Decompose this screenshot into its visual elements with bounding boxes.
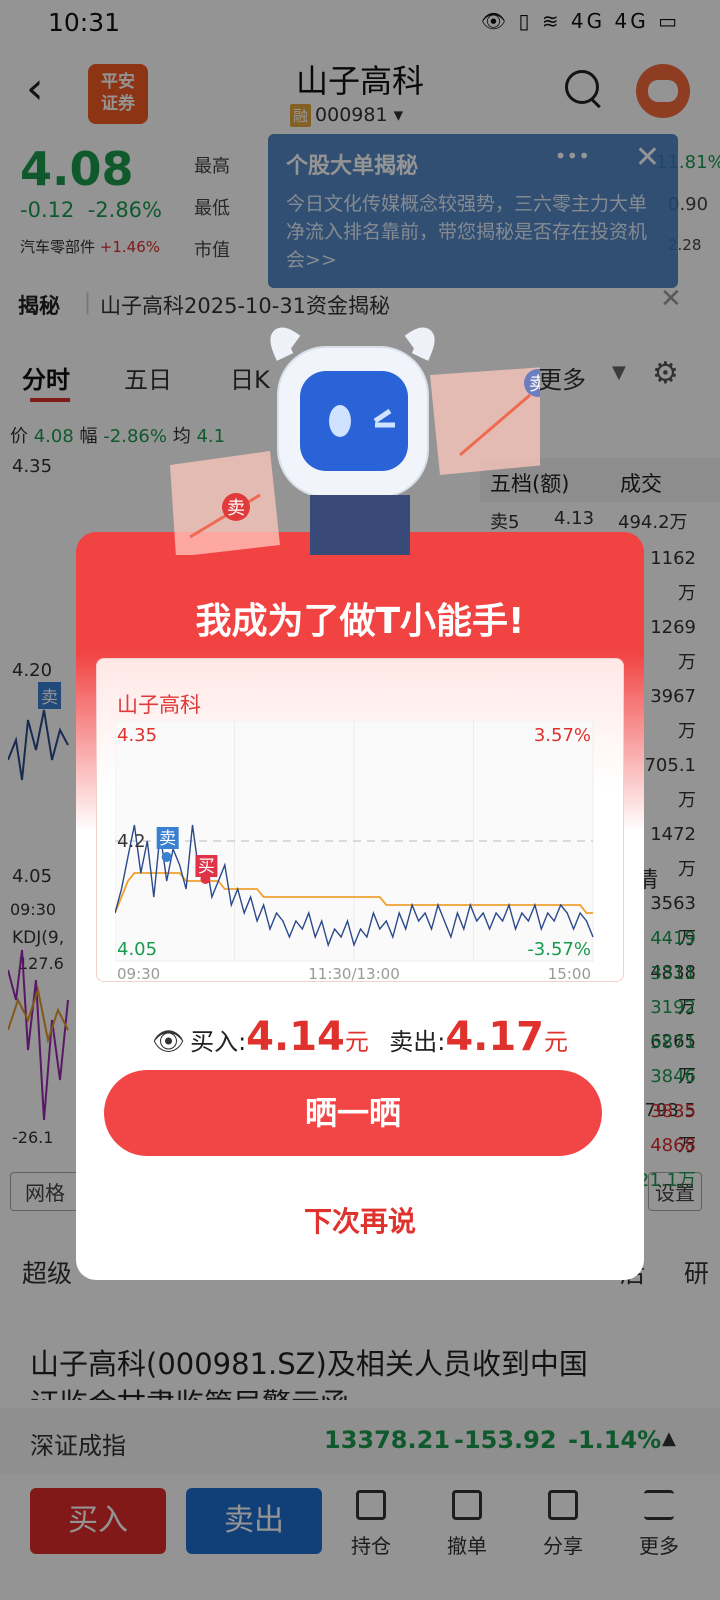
- x-tick: 15:00: [548, 965, 591, 981]
- buy-unit: 元: [344, 1028, 369, 1056]
- buy-label: 买入:: [190, 1028, 247, 1056]
- robot-mascot: 卖 卖: [170, 327, 540, 555]
- intraday-chart: 卖买 4.35 4.2 4.05 3.57% -3.57% 09:30 11:30/13:00…: [115, 721, 594, 981]
- buy-price: 4.14: [246, 1014, 345, 1060]
- trade-marker-dot: [161, 852, 172, 862]
- trade-marker-label: 卖: [159, 829, 176, 849]
- trade-marker-label: 买: [198, 857, 215, 877]
- sell-label: 卖出:: [389, 1028, 446, 1056]
- trade-achievement-modal: 我成为了做T小能手! 山子高科 卖买 4.35 4.2 4.05 3.57% -3.57%…: [76, 532, 644, 1280]
- chart-card: 山子高科 卖买 4.35 4.2 4.05 3.57% -3.57% 09:30 11:30/…: [96, 658, 624, 982]
- mascot-sell-text-right: 卖: [529, 374, 540, 395]
- y-left-mid: 4.2: [117, 831, 146, 852]
- mascot-right-panel: [430, 367, 540, 475]
- eye-icon: 👁: [151, 1027, 185, 1057]
- sell-price: 4.17: [445, 1014, 545, 1060]
- y-right-top: 3.57%: [534, 725, 591, 746]
- chart-stock-name: 山子高科: [117, 693, 201, 717]
- trade-summary: 👁 买入:4.14元 卖出:4.17元: [0, 1014, 720, 1060]
- later-button[interactable]: 下次再说: [76, 1200, 644, 1240]
- share-result-button[interactable]: 晒一晒: [104, 1070, 602, 1156]
- y-left-top: 4.35: [117, 725, 157, 746]
- modal-title: 我成为了做T小能手!: [195, 601, 525, 642]
- sell-unit: 元: [544, 1028, 569, 1056]
- x-tick: 09:30: [117, 965, 160, 981]
- y-left-bottom: 4.05: [117, 939, 157, 960]
- x-tick: 11:30/13:00: [308, 965, 400, 981]
- y-right-bottom: -3.57%: [527, 939, 591, 960]
- mascot-body: [270, 327, 435, 555]
- mascot-sell-text-left: 卖: [227, 498, 245, 519]
